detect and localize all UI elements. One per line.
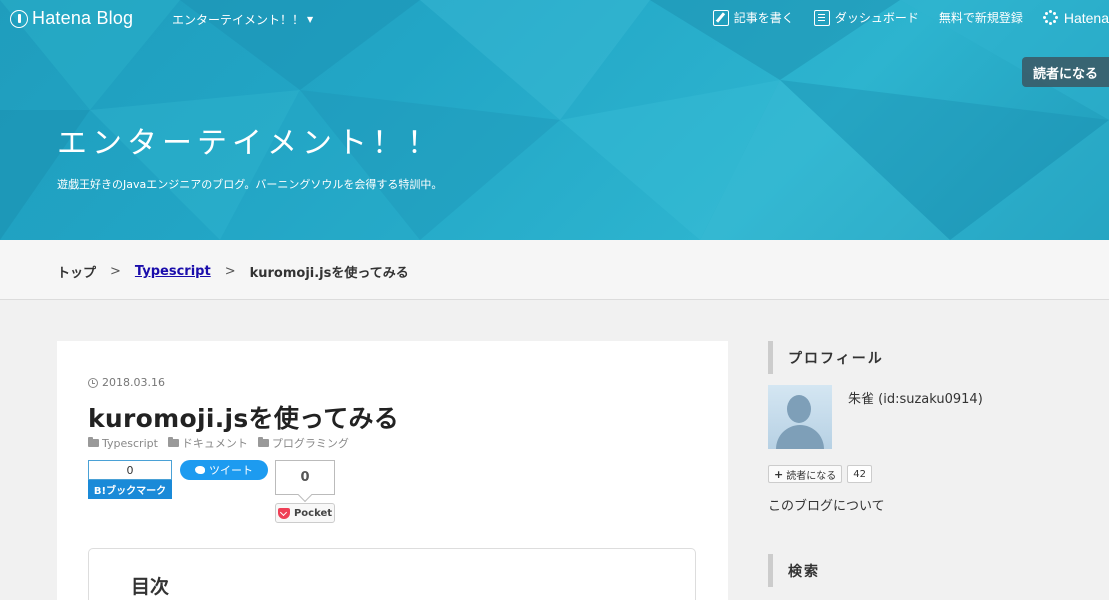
avatar-body bbox=[776, 425, 824, 449]
hatena-menu[interactable]: Hatena bbox=[1042, 9, 1109, 26]
toc-title: 目次 bbox=[131, 576, 170, 598]
folder-icon bbox=[167, 437, 179, 447]
pencil-icon bbox=[712, 9, 729, 26]
dashboard-link[interactable]: ダッシュボード bbox=[813, 9, 919, 26]
breadcrumb-category-link[interactable]: Typescript bbox=[135, 264, 211, 279]
blog-switcher[interactable]: エンターテイメント！！ ▼ bbox=[172, 11, 313, 28]
profile-heading: プロフィール bbox=[768, 341, 1068, 374]
breadcrumb-separator: > bbox=[110, 264, 121, 279]
write-post-label: 記事を書く bbox=[733, 11, 794, 25]
write-post-link[interactable]: 記事を書く bbox=[712, 9, 794, 26]
blog-description: 遊戯王好きのJavaエンジニアのブログ。バーニングソウルを会得する特訓中。 bbox=[57, 178, 443, 191]
entry-date[interactable]: 2018.03.16 bbox=[88, 376, 165, 389]
entry-title[interactable]: kuromoji.jsを使ってみる bbox=[88, 399, 399, 435]
sidebar-subscribe-button[interactable]: + 読者になる bbox=[768, 465, 843, 483]
category-label: プログラミング bbox=[271, 437, 349, 450]
category-label: ドキュメント bbox=[181, 437, 248, 450]
hatebu-count[interactable]: 0 bbox=[88, 460, 172, 480]
category-link[interactable]: ドキュメント bbox=[167, 435, 248, 451]
folder-icon bbox=[257, 437, 269, 447]
pocket-count: 0 bbox=[275, 460, 335, 495]
hatena-label: Hatena bbox=[1063, 9, 1109, 26]
breadcrumb: トップ > Typescript > kuromoji.jsを使ってみる bbox=[57, 262, 409, 281]
subscribe-button[interactable]: 読者になる bbox=[1022, 57, 1109, 87]
signup-link[interactable]: 無料で新規登録 bbox=[939, 9, 1023, 26]
twitter-bird-icon bbox=[195, 466, 205, 474]
article-card: 2018.03.16 kuromoji.jsを使ってみる Typescript … bbox=[57, 341, 728, 600]
category-link[interactable]: プログラミング bbox=[257, 435, 349, 451]
pocket-icon bbox=[277, 507, 290, 519]
breadcrumb-bar: トップ > Typescript > kuromoji.jsを使ってみる bbox=[0, 240, 1109, 300]
hatena-blog-logo[interactable]: Hatena Blog bbox=[10, 8, 133, 29]
plus-icon: + bbox=[774, 467, 784, 481]
tweet-button[interactable]: ツイート bbox=[180, 460, 268, 480]
table-of-contents: 目次 bbox=[88, 548, 696, 600]
entry-date-text: 2018.03.16 bbox=[102, 376, 165, 389]
hatebu-bookmark-button[interactable]: B!ブックマーク bbox=[88, 480, 172, 499]
clock-icon bbox=[88, 377, 98, 388]
breadcrumb-current: kuromoji.jsを使ってみる bbox=[249, 266, 409, 281]
search-heading: 検索 bbox=[768, 554, 1068, 587]
breadcrumb-separator: > bbox=[224, 264, 236, 279]
category-label: Typescript bbox=[102, 436, 158, 450]
signup-label: 無料で新規登録 bbox=[938, 11, 1023, 25]
hatena-dots-icon bbox=[1042, 9, 1059, 26]
blog-header-banner: Hatena Blog エンターテイメント！！ ▼ 記事を書く ダッシュボード … bbox=[0, 0, 1109, 240]
blog-title[interactable]: エンターテイメント！！ bbox=[57, 118, 442, 162]
avatar[interactable] bbox=[768, 385, 832, 449]
global-nav: 記事を書く ダッシュボード 無料で新規登録 Hatena bbox=[693, 9, 1109, 26]
about-blog-link[interactable]: このブログについて bbox=[768, 495, 885, 514]
pocket-button[interactable]: Pocket bbox=[275, 503, 335, 523]
breadcrumb-top-link[interactable]: トップ bbox=[57, 262, 96, 281]
logo-text: Hatena Blog bbox=[32, 8, 134, 28]
avatar-head bbox=[787, 395, 811, 423]
dashboard-icon bbox=[813, 9, 830, 26]
global-header: Hatena Blog エンターテイメント！！ ▼ 記事を書く ダッシュボード … bbox=[0, 0, 1109, 38]
blog-switcher-label: エンターテイメント！！ bbox=[172, 13, 305, 27]
chevron-down-icon: ▼ bbox=[307, 15, 314, 24]
tweet-label: ツイート bbox=[209, 464, 253, 477]
pocket-label: Pocket bbox=[293, 507, 333, 519]
category-link[interactable]: Typescript bbox=[88, 435, 158, 451]
sidebar-subscribe-label: 読者になる bbox=[786, 470, 837, 482]
entry-categories: Typescript ドキュメント プログラミング bbox=[88, 435, 349, 451]
hatena-blog-logo-icon bbox=[10, 9, 28, 28]
profile-name-link[interactable]: 朱雀 (id:suzaku0914) bbox=[848, 388, 983, 407]
sidebar-subscribe: + 読者になる 42 bbox=[768, 465, 872, 483]
subscriber-count: 42 bbox=[847, 465, 872, 483]
folder-icon bbox=[88, 437, 99, 447]
dashboard-label: ダッシュボード bbox=[834, 11, 919, 25]
